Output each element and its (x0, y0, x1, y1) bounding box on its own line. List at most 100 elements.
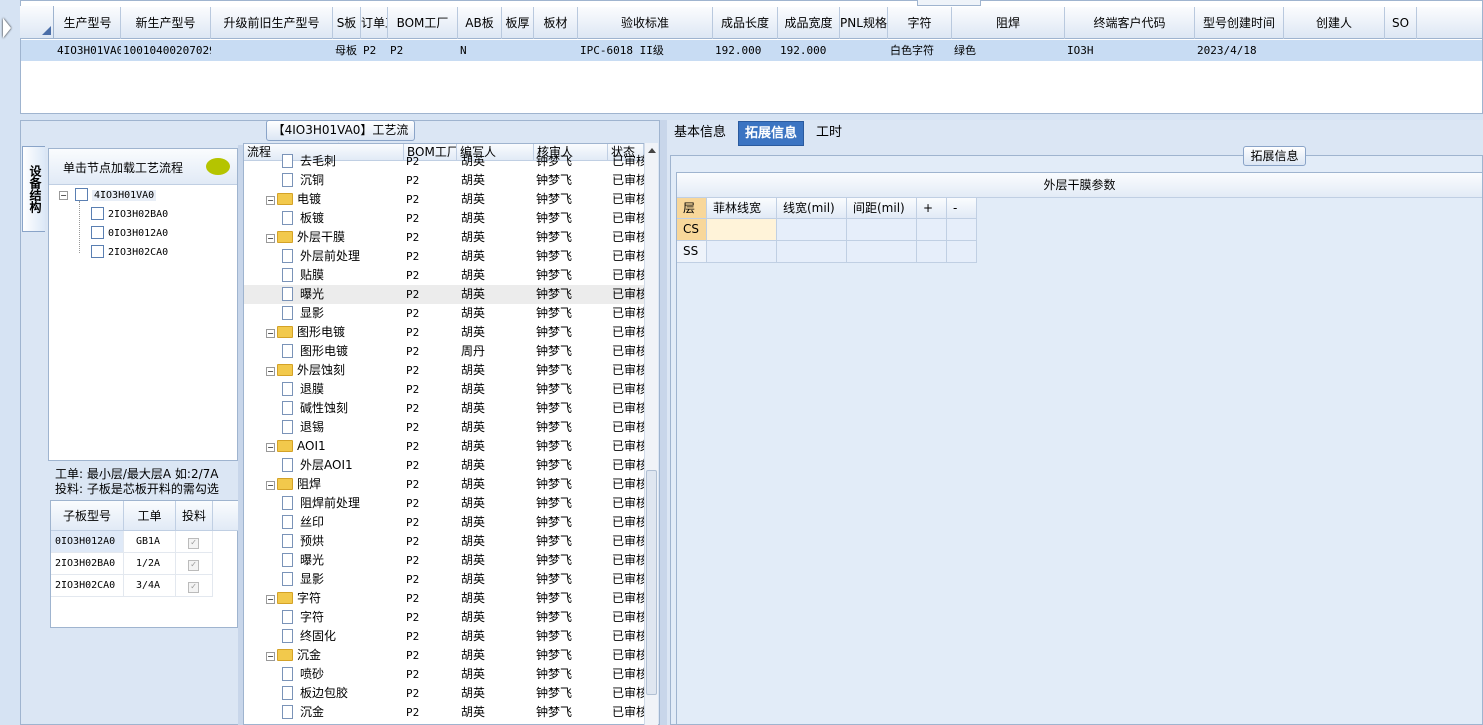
sub-feed-cell[interactable]: ✓ (176, 531, 213, 553)
tab-0[interactable]: 基本信息 (668, 121, 732, 146)
table-cell[interactable]: 192.000 (778, 40, 840, 61)
table-cell[interactable]: 10010400207029 (121, 40, 211, 61)
process-row[interactable]: − 沉金 P2 胡英 钟梦飞 已审核 (244, 646, 644, 665)
tree-node[interactable]: 0IO3H012A0 (91, 225, 168, 243)
sub-model-cell[interactable]: 2IO3H02BA0 (51, 553, 124, 575)
process-row[interactable]: 显影 P2 胡英 钟梦飞 已审核 (244, 570, 644, 589)
process-scrollbar[interactable] (644, 143, 658, 725)
tab-2[interactable]: 工时 (810, 121, 848, 146)
param-cell[interactable]: CS (677, 219, 707, 241)
sub-model-cell[interactable]: 2IO3H02CA0 (51, 575, 124, 597)
table-cell[interactable] (840, 40, 888, 61)
process-row[interactable]: 去毛刺 P2 胡英 钟梦飞 已审核 (244, 152, 644, 171)
process-row[interactable]: − 电镀 P2 胡英 钟梦飞 已审核 (244, 190, 644, 209)
scroll-thumb[interactable] (646, 470, 657, 695)
process-row[interactable]: 阻焊前处理 P2 胡英 钟梦飞 已审核 (244, 494, 644, 513)
collapse-icon[interactable]: − (266, 329, 275, 338)
column-header[interactable]: 字符 (888, 7, 952, 39)
feed-checkbox[interactable]: ✓ (188, 582, 199, 593)
process-row[interactable]: − 外层蚀刻 P2 胡英 钟梦飞 已审核 (244, 361, 644, 380)
process-row[interactable]: 丝印 P2 胡英 钟梦飞 已审核 (244, 513, 644, 532)
sub-feed-cell[interactable]: ✓ (176, 575, 213, 597)
process-row[interactable]: 外层前处理 P2 胡英 钟梦飞 已审核 (244, 247, 644, 266)
tree-node[interactable]: 2IO3H02CA0 (91, 244, 168, 262)
param-cell[interactable] (917, 219, 947, 241)
table-cell[interactable] (1385, 40, 1417, 61)
process-row[interactable]: − 字符 P2 胡英 钟梦飞 已审核 (244, 589, 644, 608)
column-header[interactable]: SO (1385, 7, 1417, 39)
process-row[interactable]: 沉铜 P2 胡英 钟梦飞 已审核 (244, 171, 644, 190)
table-cell[interactable] (534, 40, 578, 61)
process-row[interactable]: 喷砂 P2 胡英 钟梦飞 已审核 (244, 665, 644, 684)
feed-checkbox[interactable]: ✓ (188, 560, 199, 571)
process-row[interactable]: − 外层干膜 P2 胡英 钟梦飞 已审核 (244, 228, 644, 247)
collapse-icon[interactable]: − (266, 234, 275, 243)
param-cell[interactable] (777, 241, 847, 263)
process-row[interactable]: 贴膜 P2 胡英 钟梦飞 已审核 (244, 266, 644, 285)
sub-order-cell[interactable]: 3/4A (124, 575, 176, 597)
process-row[interactable]: − 图形电镀 P2 胡英 钟梦飞 已审核 (244, 323, 644, 342)
process-row[interactable]: 曝光 P2 胡英 钟梦飞 已审核 (244, 285, 644, 304)
column-header[interactable]: PNL规格 (840, 7, 888, 39)
param-cell[interactable] (707, 219, 777, 241)
column-header[interactable]: 新生产型号 (121, 7, 211, 39)
process-row[interactable]: 预烘 P2 胡英 钟梦飞 已审核 (244, 532, 644, 551)
corner-select-all[interactable] (20, 6, 54, 38)
table-cell[interactable]: 绿色 (952, 40, 1065, 61)
process-row[interactable]: 板镀 P2 胡英 钟梦飞 已审核 (244, 209, 644, 228)
param-cell[interactable] (847, 241, 917, 263)
table-cell[interactable]: 192.000 (713, 40, 778, 61)
column-header[interactable]: 升级前旧生产型号 (211, 7, 333, 39)
column-header[interactable]: AB板 (458, 7, 502, 39)
table-cell[interactable]: N (458, 40, 502, 61)
collapse-icon[interactable]: − (266, 652, 275, 661)
tab-1[interactable]: 拓展信息 (738, 121, 805, 146)
table-cell[interactable]: 2023/4/18 (1195, 40, 1284, 61)
column-header[interactable]: BOM工厂 (388, 7, 458, 39)
table-row[interactable]: 4IO3H01VA0 10010400207029 母板 P2 P2 N IPC-6018 … (21, 40, 1482, 61)
process-row[interactable]: 退膜 P2 胡英 钟梦飞 已审核 (244, 380, 644, 399)
table-cell[interactable]: 母板 (333, 40, 361, 61)
top-splitter[interactable] (917, 0, 981, 6)
column-header[interactable]: S板 (333, 7, 361, 39)
scroll-up-icon[interactable] (648, 148, 656, 153)
param-cell[interactable] (707, 241, 777, 263)
column-header[interactable]: 子板型号 (51, 501, 124, 531)
table-cell[interactable]: P2 (361, 40, 388, 61)
process-row[interactable]: 板边包胶 P2 胡英 钟梦飞 已审核 (244, 684, 644, 703)
feed-checkbox[interactable]: ✓ (188, 538, 199, 549)
process-row[interactable]: 图形电镀 P2 周丹 钟梦飞 已审核 (244, 342, 644, 361)
sub-order-cell[interactable]: 1/2A (124, 553, 176, 575)
collapse-icon[interactable]: − (266, 196, 275, 205)
param-cell[interactable]: SS (677, 241, 707, 263)
tab-equipment-structure[interactable]: 设备结构 (22, 146, 45, 232)
param-header[interactable]: 线宽(mil) (777, 198, 847, 219)
column-header[interactable]: 板材 (534, 7, 578, 39)
process-row[interactable]: 外层AOI1 P2 胡英 钟梦飞 已审核 (244, 456, 644, 475)
param-header[interactable]: 菲林线宽 (707, 198, 777, 219)
process-row[interactable]: 碱性蚀刻 P2 胡英 钟梦飞 已审核 (244, 399, 644, 418)
param-header[interactable]: - (947, 198, 977, 219)
table-cell[interactable] (1284, 40, 1385, 61)
column-header[interactable]: 终端客户代码 (1065, 7, 1195, 39)
table-cell[interactable] (502, 40, 534, 61)
process-row[interactable]: 曝光 P2 胡英 钟梦飞 已审核 (244, 551, 644, 570)
column-header[interactable]: 创建人 (1284, 7, 1385, 39)
tree-node[interactable]: 2IO3H02BA0 (91, 206, 168, 224)
param-header[interactable]: + (917, 198, 947, 219)
param-cell[interactable] (917, 241, 947, 263)
column-header[interactable]: 生产型号 (55, 7, 121, 39)
column-header[interactable]: 成品宽度 (778, 7, 840, 39)
table-cell[interactable]: IPC-6018 II级 (578, 40, 713, 61)
table-cell[interactable]: 白色字符 (888, 40, 952, 61)
table-cell[interactable] (211, 40, 333, 61)
column-header[interactable]: 板厚 (502, 7, 534, 39)
tree-node[interactable]: 4IO3H01VA0 (75, 187, 157, 205)
collapse-icon[interactable]: − (266, 367, 275, 376)
table-cell[interactable]: IO3H (1065, 40, 1195, 61)
column-header[interactable]: 型号创建时间 (1195, 7, 1284, 39)
sub-order-cell[interactable]: GB1A (124, 531, 176, 553)
middle-splitter[interactable] (660, 120, 667, 725)
column-header[interactable]: 验收标准 (578, 7, 713, 39)
column-header[interactable]: 订单工厂 (361, 7, 388, 39)
